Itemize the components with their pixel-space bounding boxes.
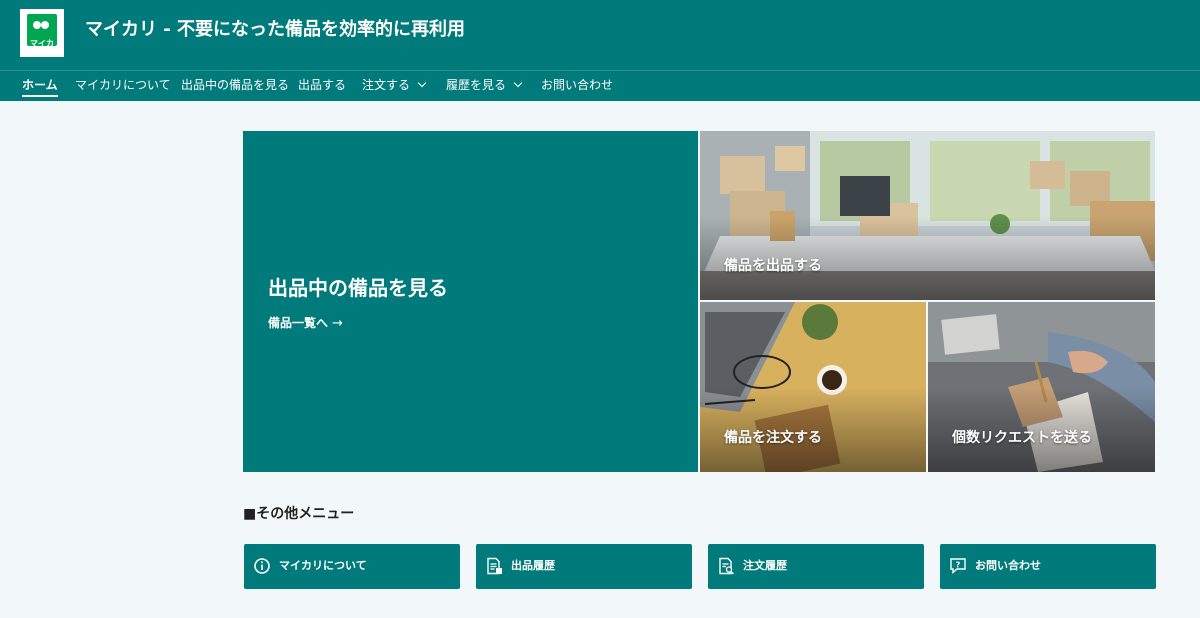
arrow-right-icon: → <box>332 316 343 331</box>
chevron-down-icon <box>513 78 523 88</box>
contact-button[interactable]: ? お問い合わせ <box>940 544 1156 589</box>
tile-sell-item[interactable]: 備品を出品する <box>700 131 1155 300</box>
site-logo[interactable]: マイカリ <box>20 9 64 58</box>
chevron-down-icon <box>417 78 427 88</box>
nav-item-history[interactable]: 履歴を見る <box>446 77 523 97</box>
nav-item-label: 出品する <box>298 78 347 92</box>
main-nav: ホーム マイカリについて 出品中の備品を見る 出品する 注文する 履歴を見る お… <box>0 71 1200 101</box>
chat-question-icon: ? <box>950 558 966 575</box>
hero-link-label: 備品一覧へ <box>268 316 329 330</box>
site-header: マイカリ マイカリ - 不要になった備品を効率的に再利用 <box>0 0 1200 71</box>
hero-browse-listings[interactable]: 出品中の備品を見る 備品一覧へ → <box>243 131 698 472</box>
contact-button-label: お問い合わせ <box>975 559 1041 572</box>
nav-item-label: 出品中の備品を見る <box>181 78 290 92</box>
about-button[interactable]: マイカリについて <box>244 544 460 589</box>
logo-text: マイカリ <box>30 39 54 58</box>
nav-item-contact[interactable]: お問い合わせ <box>541 77 613 97</box>
tile-order-item[interactable]: 備品を注文する <box>700 302 926 472</box>
logo-mark-icon: マイカリ <box>27 14 57 58</box>
nav-item-order[interactable]: 注文する <box>362 77 427 97</box>
nav-item-home[interactable]: ホーム <box>22 77 58 97</box>
tile-quantity-request[interactable]: 個数リクエストを送る <box>928 302 1155 472</box>
nav-item-about[interactable]: マイカリについて <box>75 77 171 97</box>
nav-item-sell[interactable]: 出品する <box>298 77 346 97</box>
tile-label: 個数リクエストを送る <box>952 430 1092 446</box>
other-menu-title: ■その他メニュー <box>243 506 355 522</box>
listing-history-button[interactable]: 出品履歴 <box>476 544 692 589</box>
svg-text:?: ? <box>956 561 961 570</box>
nav-item-browse-listings[interactable]: 出品中の備品を見る <box>181 77 289 97</box>
tile-label: 備品を出品する <box>724 258 822 274</box>
nav-item-label: マイカリについて <box>75 78 171 92</box>
order-history-button[interactable]: 注文履歴 <box>708 544 924 589</box>
document-list-icon <box>487 557 502 575</box>
nav-item-label: 履歴を見る <box>446 78 507 92</box>
document-search-icon <box>719 557 734 575</box>
listing-history-button-label: 出品履歴 <box>511 559 555 572</box>
hero-title: 出品中の備品を見る <box>268 276 448 300</box>
site-title: マイカリ - 不要になった備品を効率的に再利用 <box>85 19 466 40</box>
about-button-label: マイカリについて <box>279 559 367 572</box>
nav-item-label: お問い合わせ <box>541 78 614 92</box>
info-icon <box>254 558 270 574</box>
order-history-button-label: 注文履歴 <box>743 559 787 572</box>
hero-link[interactable]: 備品一覧へ → <box>268 315 343 332</box>
nav-item-label: ホーム <box>22 78 58 92</box>
nav-item-label: 注文する <box>362 78 411 92</box>
tile-label: 備品を注文する <box>724 430 822 446</box>
